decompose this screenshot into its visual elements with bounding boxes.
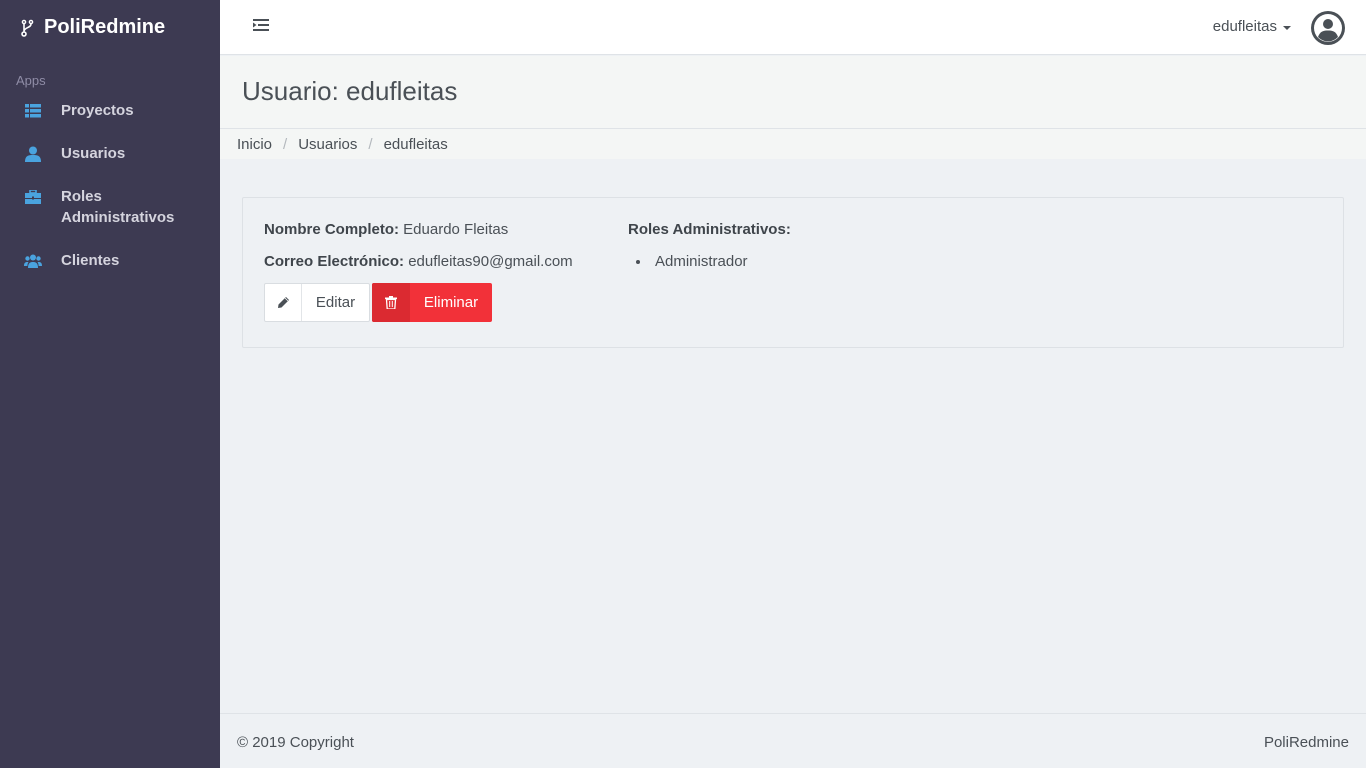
- edit-button[interactable]: Editar: [264, 283, 370, 322]
- sidebar-item-label: Roles Administrativos: [61, 188, 175, 226]
- footer-copyright: © 2019 Copyright: [237, 734, 354, 751]
- brand[interactable]: PoliRedmine: [0, 0, 220, 55]
- delete-button-label: Eliminar: [423, 294, 479, 311]
- briefcase-icon: [24, 188, 42, 206]
- full-name-row: Nombre Completo: Eduardo Fleitas: [264, 221, 508, 238]
- sidebar-item-label: Clientes: [61, 252, 120, 269]
- user-dropdown[interactable]: edufleitas: [1213, 18, 1291, 35]
- breadcrumb-separator: /: [283, 135, 288, 153]
- sidebar-section-label: Apps: [16, 73, 46, 88]
- roles-label: Roles Administrativos:: [628, 221, 791, 238]
- sidebar-item-roles-administrativos[interactable]: Roles Administrativos: [0, 186, 220, 228]
- user-detail-card: Nombre Completo: Eduardo Fleitas Correo …: [242, 197, 1344, 348]
- avatar[interactable]: [1310, 10, 1346, 46]
- full-name-label: Nombre Completo:: [264, 221, 399, 238]
- branch-icon: [20, 19, 34, 37]
- sidebar-item-clientes[interactable]: Clientes: [0, 250, 220, 271]
- edit-button-label: Editar: [315, 294, 356, 311]
- list-icon: [24, 102, 42, 120]
- full-name-value: Eduardo Fleitas: [403, 221, 509, 238]
- sidebar-item-proyectos[interactable]: Proyectos: [0, 100, 220, 121]
- footer: © 2019 Copyright PoliRedmine: [220, 713, 1366, 768]
- pencil-icon: [265, 284, 302, 321]
- sidebar-item-usuarios[interactable]: Usuarios: [0, 143, 220, 164]
- page-header: Usuario: edufleitas: [220, 56, 1366, 129]
- topbar: edufleitas: [220, 0, 1366, 55]
- username: edufleitas: [1212, 18, 1277, 35]
- trash-icon: [372, 283, 410, 322]
- email-row: Correo Electrónico: edufleitas90@gmail.c…: [264, 253, 573, 270]
- footer-brand: PoliRedmine: [1263, 734, 1349, 751]
- page-title: Usuario: edufleitas: [242, 76, 458, 106]
- sidebar-toggle-icon[interactable]: [253, 18, 269, 32]
- sidebar-item-label: Proyectos: [61, 102, 134, 119]
- breadcrumb-current: edufleitas: [383, 135, 448, 153]
- roles-list: Administrador: [651, 253, 748, 270]
- breadcrumb-separator: /: [368, 135, 373, 153]
- sidebar-item-label: Usuarios: [61, 145, 126, 162]
- breadcrumb: Inicio / Usuarios / edufleitas: [220, 129, 1366, 159]
- delete-button[interactable]: Eliminar: [372, 283, 492, 322]
- breadcrumb-usuarios[interactable]: Usuarios: [298, 136, 357, 153]
- brand-name: PoliRedmine: [44, 16, 166, 38]
- sidebar: PoliRedmine Apps Proyectos Usuarios Role…: [0, 0, 220, 768]
- email-value: edufleitas90@gmail.com: [408, 253, 573, 270]
- user-icon: [24, 145, 42, 163]
- breadcrumb-inicio[interactable]: Inicio: [237, 136, 272, 153]
- role-item: Administrador: [651, 253, 748, 270]
- caret-down-icon: [1283, 25, 1291, 30]
- users-icon: [24, 252, 42, 270]
- email-label: Correo Electrónico:: [264, 253, 405, 270]
